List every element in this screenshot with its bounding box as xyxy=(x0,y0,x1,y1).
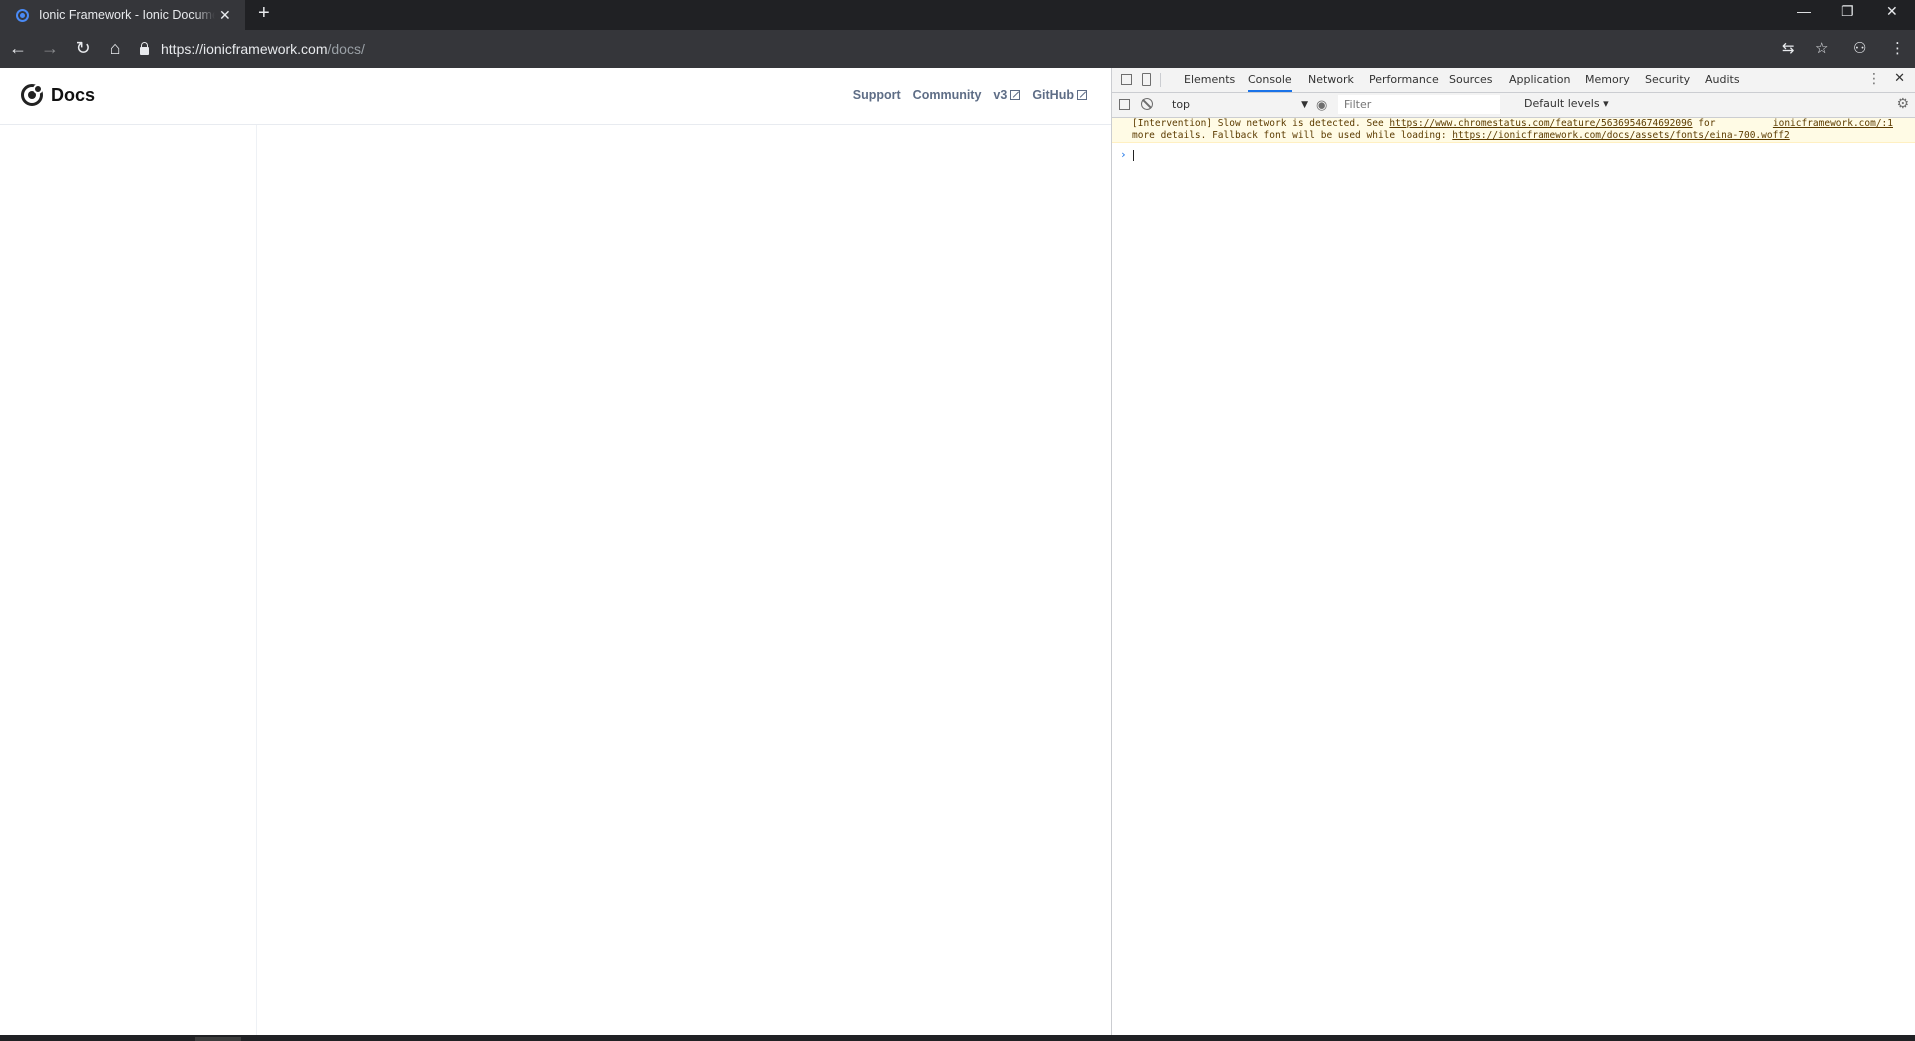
console-warning-message: [Intervention] Slow network is detected.… xyxy=(1112,118,1915,143)
docs-header: Docs Support Community v3 GitHub xyxy=(0,68,1111,125)
url-path: /docs/ xyxy=(327,41,365,57)
translate-icon[interactable]: ⇆ xyxy=(1782,39,1795,57)
restore-icon[interactable]: ❐ xyxy=(1841,3,1854,20)
console-input-caret[interactable] xyxy=(1133,150,1134,161)
url-host: https://ionicframework.com xyxy=(161,41,328,57)
tab-performance[interactable]: Performance xyxy=(1369,68,1439,92)
console-sidebar-icon[interactable] xyxy=(1119,99,1130,110)
font-url-link[interactable]: https://ionicframework.com/docs/assets/f… xyxy=(1452,130,1789,141)
nav-v3[interactable]: v3 xyxy=(993,88,1021,102)
window-close-icon[interactable]: ✕ xyxy=(1886,3,1898,20)
tab-application[interactable]: Application xyxy=(1509,68,1570,92)
tab-network[interactable]: Network xyxy=(1308,68,1354,92)
message-source-link[interactable]: ionicframework.com/:1 xyxy=(1773,118,1893,130)
taskbar-strip xyxy=(0,1035,1915,1041)
devtools-tab-bar: Elements Console Network Performance Sou… xyxy=(1112,68,1915,93)
nav-v3-label: v3 xyxy=(993,88,1008,102)
reload-icon[interactable]: ↻ xyxy=(73,38,93,58)
nav-github-label: GitHub xyxy=(1032,88,1074,102)
devtools-more-icon[interactable]: ⋮ xyxy=(1867,71,1881,87)
external-link-icon xyxy=(1077,90,1087,100)
new-tab-button[interactable]: + xyxy=(258,2,270,25)
context-value: top xyxy=(1172,98,1191,111)
bookmark-star-icon[interactable]: ☆ xyxy=(1815,39,1828,57)
browser-tab[interactable]: Ionic Framework - Ionic Documentation ✕ xyxy=(0,0,245,30)
device-toolbar-icon[interactable] xyxy=(1142,73,1151,86)
extension-icon[interactable]: ⚇ xyxy=(1853,39,1866,57)
tab-sources[interactable]: Sources xyxy=(1449,68,1493,92)
tab-security[interactable]: Security xyxy=(1645,68,1690,92)
ionic-logo-icon xyxy=(21,84,43,106)
back-icon[interactable]: ← xyxy=(8,38,28,58)
context-selector[interactable]: top ▼ xyxy=(1172,97,1308,113)
console-filter-input[interactable] xyxy=(1338,95,1500,114)
tab-console[interactable]: Console xyxy=(1248,68,1292,92)
devtools-panel: Elements Console Network Performance Sou… xyxy=(1111,68,1915,1035)
ionic-favicon-icon xyxy=(16,8,29,22)
devtools-close-icon[interactable]: ✕ xyxy=(1894,71,1905,86)
forward-icon[interactable]: → xyxy=(40,38,60,58)
minimize-icon[interactable]: — xyxy=(1797,3,1811,19)
lock-icon xyxy=(140,42,149,55)
browser-title-bar: Ionic Framework - Ionic Documentation ✕ … xyxy=(0,0,1915,30)
tab-audits[interactable]: Audits xyxy=(1705,68,1740,92)
page-viewport: Docs Support Community v3 GitHub xyxy=(0,68,1111,1035)
warning-text: for xyxy=(1692,118,1716,129)
nav-support-label: Support xyxy=(852,88,901,102)
browser-toolbar: ← → ↻ ⌂ https://ionicframework.com/docs/… xyxy=(0,30,1915,68)
live-expression-eye-icon[interactable]: ◉ xyxy=(1316,98,1327,113)
tab-elements[interactable]: Elements xyxy=(1184,68,1235,92)
dropdown-arrow-icon: ▼ xyxy=(1301,100,1308,110)
menu-icon[interactable]: ⋮ xyxy=(1890,39,1905,57)
home-icon[interactable]: ⌂ xyxy=(105,38,125,58)
external-link-icon xyxy=(1010,90,1021,100)
inspect-element-icon[interactable] xyxy=(1121,74,1132,85)
nav-community[interactable]: Community xyxy=(913,88,982,102)
console-prompt-icon: › xyxy=(1120,148,1127,161)
nav-github[interactable]: GitHub xyxy=(1032,88,1087,102)
logo-text: Docs xyxy=(51,84,96,105)
header-nav: Support Community v3 GitHub xyxy=(853,88,1087,102)
console-toolbar: top ▼ ◉ Default levels ▾ ⚙ xyxy=(1112,93,1915,118)
address-bar[interactable]: https://ionicframework.com/docs/ xyxy=(140,35,1760,63)
sidebar-divider xyxy=(256,125,257,1035)
tab-title: Ionic Framework - Ionic Documentation xyxy=(39,8,215,22)
warning-text: [Intervention] Slow network is detected.… xyxy=(1132,118,1390,129)
chromestatus-link[interactable]: https://www.chromestatus.com/feature/563… xyxy=(1389,118,1692,129)
nav-community-label: Community xyxy=(912,88,982,102)
tab-memory[interactable]: Memory xyxy=(1585,68,1630,92)
clear-console-icon[interactable] xyxy=(1141,98,1153,110)
tab-close-icon[interactable]: ✕ xyxy=(219,7,231,24)
console-settings-gear-icon[interactable]: ⚙ xyxy=(1896,96,1909,112)
log-levels-dropdown[interactable]: Default levels ▾ xyxy=(1524,97,1609,110)
docs-logo[interactable]: Docs xyxy=(21,84,95,106)
divider xyxy=(1160,73,1161,87)
nav-support[interactable]: Support xyxy=(853,88,901,102)
taskbar-indicator xyxy=(195,1037,241,1041)
warning-text: more details. Fallback font will be used… xyxy=(1132,130,1453,141)
